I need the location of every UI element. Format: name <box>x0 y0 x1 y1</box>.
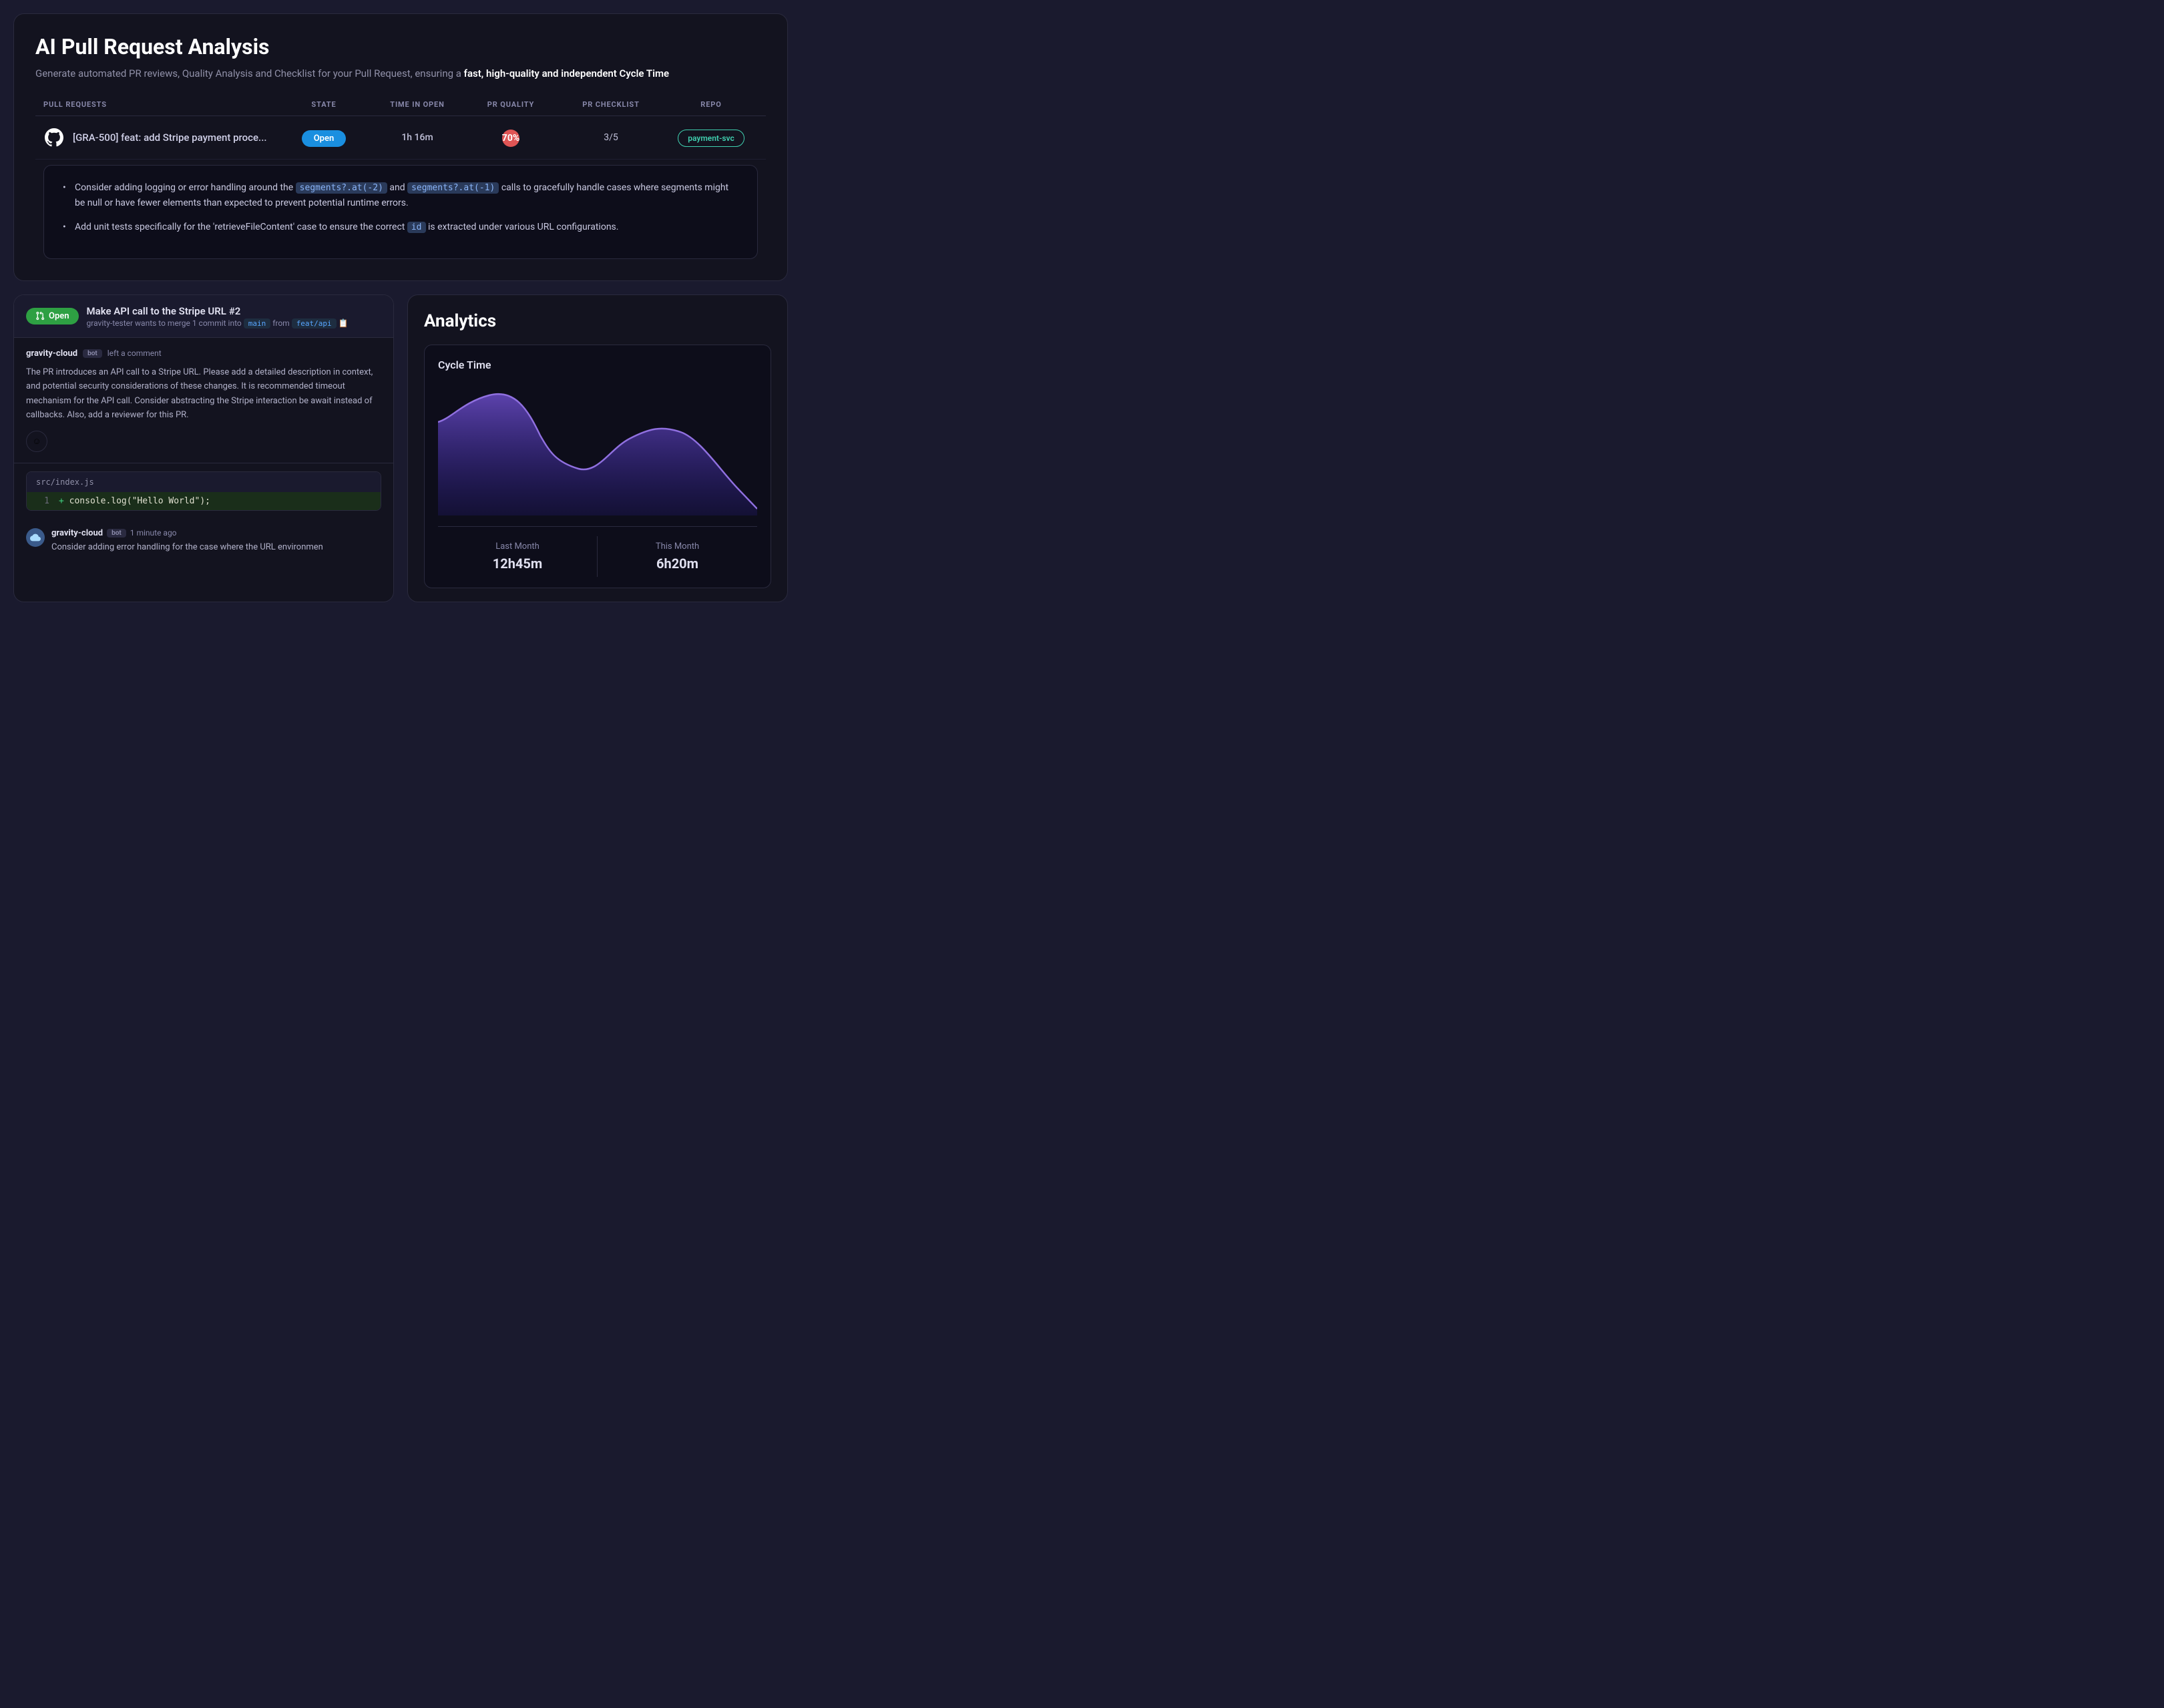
bot-avatar <box>26 528 45 547</box>
this-month-value: 6h20m <box>603 556 752 572</box>
col-state: STATE <box>277 100 371 109</box>
branch-main: main <box>244 318 271 329</box>
table-header: PULL REQUESTS STATE TIME IN OPEN PR QUAL… <box>35 100 766 116</box>
code-ref-1: segments?.at(-2) <box>296 182 387 194</box>
comment-body: The PR introduces an API call to a Strip… <box>26 365 381 423</box>
state-badge: Open <box>302 130 347 147</box>
pr-quality-cell: 70% <box>464 131 558 144</box>
pr-row[interactable]: [GRA-500] feat: add Stripe payment proce… <box>35 116 766 160</box>
line-content: + console.log("Hello World"); <box>59 496 210 506</box>
code-line: 1 + console.log("Hello World"); <box>27 492 381 510</box>
line-number: 1 <box>36 496 49 506</box>
page-title: AI Pull Request Analysis <box>35 34 766 59</box>
last-month-value: 12h45m <box>443 556 592 572</box>
chart-svg <box>438 382 757 515</box>
bottom-comment-content: gravity-cloud bot 1 minute ago Consider … <box>51 528 323 555</box>
commenter-name: gravity-cloud <box>26 349 77 359</box>
subtitle: Generate automated PR reviews, Quality A… <box>35 66 766 81</box>
code-ref-id: id <box>407 222 426 233</box>
bottom-comment-meta: gravity-cloud bot 1 minute ago <box>51 528 323 538</box>
ai-comment-box: Consider adding logging or error handlin… <box>43 165 758 259</box>
chart-stats: Last Month 12h45m This Month 6h20m <box>438 526 757 577</box>
pr-number-val: #2 <box>229 305 241 317</box>
code-filename: src/index.js <box>27 472 381 492</box>
col-pull-requests: PULL REQUESTS <box>43 100 277 109</box>
quality-badge: 70% <box>502 130 519 147</box>
github-icon <box>43 127 65 148</box>
pr-detail-title-row: Make API call to the Stripe URL #2 <box>87 304 349 317</box>
bot2-name: gravity-cloud <box>51 528 103 538</box>
last-month-stat: Last Month 12h45m <box>438 536 598 577</box>
comment-action: left a comment <box>107 349 162 358</box>
cloud-icon <box>30 532 41 543</box>
cycle-time-chart <box>438 382 757 515</box>
chart-title: Cycle Time <box>438 359 757 371</box>
last-month-label: Last Month <box>443 542 592 552</box>
pr-state-cell: Open <box>277 131 371 144</box>
top-panel: AI Pull Request Analysis Generate automa… <box>13 13 788 281</box>
chart-container: Cycle Time Last Mont <box>424 345 771 588</box>
col-pr-quality: PR QUALITY <box>464 100 558 109</box>
pr-detail-subtitle: gravity-tester wants to merge 1 commit i… <box>87 318 349 328</box>
ai-comments-list: Consider adding logging or error handlin… <box>63 180 738 236</box>
repo-cell: payment-svc <box>664 131 758 144</box>
emoji-reaction-button[interactable]: ☺ <box>26 431 47 452</box>
code-block: src/index.js 1 + console.log("Hello Worl… <box>26 471 381 511</box>
analytics-panel: Analytics Cycle Time <box>407 294 788 602</box>
pr-title-text[interactable]: [GRA-500] feat: add Stripe payment proce… <box>73 132 267 144</box>
bottom-row: Open Make API call to the Stripe URL #2 … <box>13 294 788 602</box>
emoji-icon: ☺ <box>32 436 41 446</box>
code-ref-2: segments?.at(-1) <box>407 182 499 194</box>
pr-open-badge: Open <box>26 308 79 325</box>
repo-badge: payment-svc <box>678 130 744 147</box>
analytics-title: Analytics <box>424 311 771 331</box>
bot2-badge: bot <box>107 529 126 538</box>
checklist-value: 3/5 <box>558 132 664 143</box>
col-pr-checklist: PR CHECKLIST <box>558 100 664 109</box>
comment-section: gravity-cloud bot left a comment The PR … <box>14 338 393 463</box>
pr-detail-panel: Open Make API call to the Stripe URL #2 … <box>13 294 394 602</box>
this-month-stat: This Month 6h20m <box>598 536 757 577</box>
git-pull-request-icon <box>35 311 45 321</box>
time-in-open-value: 1h 16m <box>371 132 464 143</box>
bottom-comment: gravity-cloud bot 1 minute ago Consider … <box>14 519 393 564</box>
branch-feat: feat/api <box>292 318 337 329</box>
pr-title-cell: [GRA-500] feat: add Stripe payment proce… <box>43 127 277 148</box>
commenter-row: gravity-cloud bot left a comment <box>26 349 381 359</box>
bot-badge: bot <box>83 349 102 358</box>
col-time-in-open: TIME IN OPEN <box>371 100 464 109</box>
ai-comment-1: Consider adding logging or error handlin… <box>63 180 738 212</box>
this-month-label: This Month <box>603 542 752 552</box>
col-repo: REPO <box>664 100 758 109</box>
ai-comment-2: Add unit tests specifically for the 'ret… <box>63 220 738 236</box>
bot2-time: 1 minute ago <box>130 528 177 538</box>
pr-detail-header: Open Make API call to the Stripe URL #2 … <box>14 295 393 338</box>
bot2-comment-text: Consider adding error handling for the c… <box>51 541 323 555</box>
pr-title-group: Make API call to the Stripe URL #2 gravi… <box>87 304 349 328</box>
